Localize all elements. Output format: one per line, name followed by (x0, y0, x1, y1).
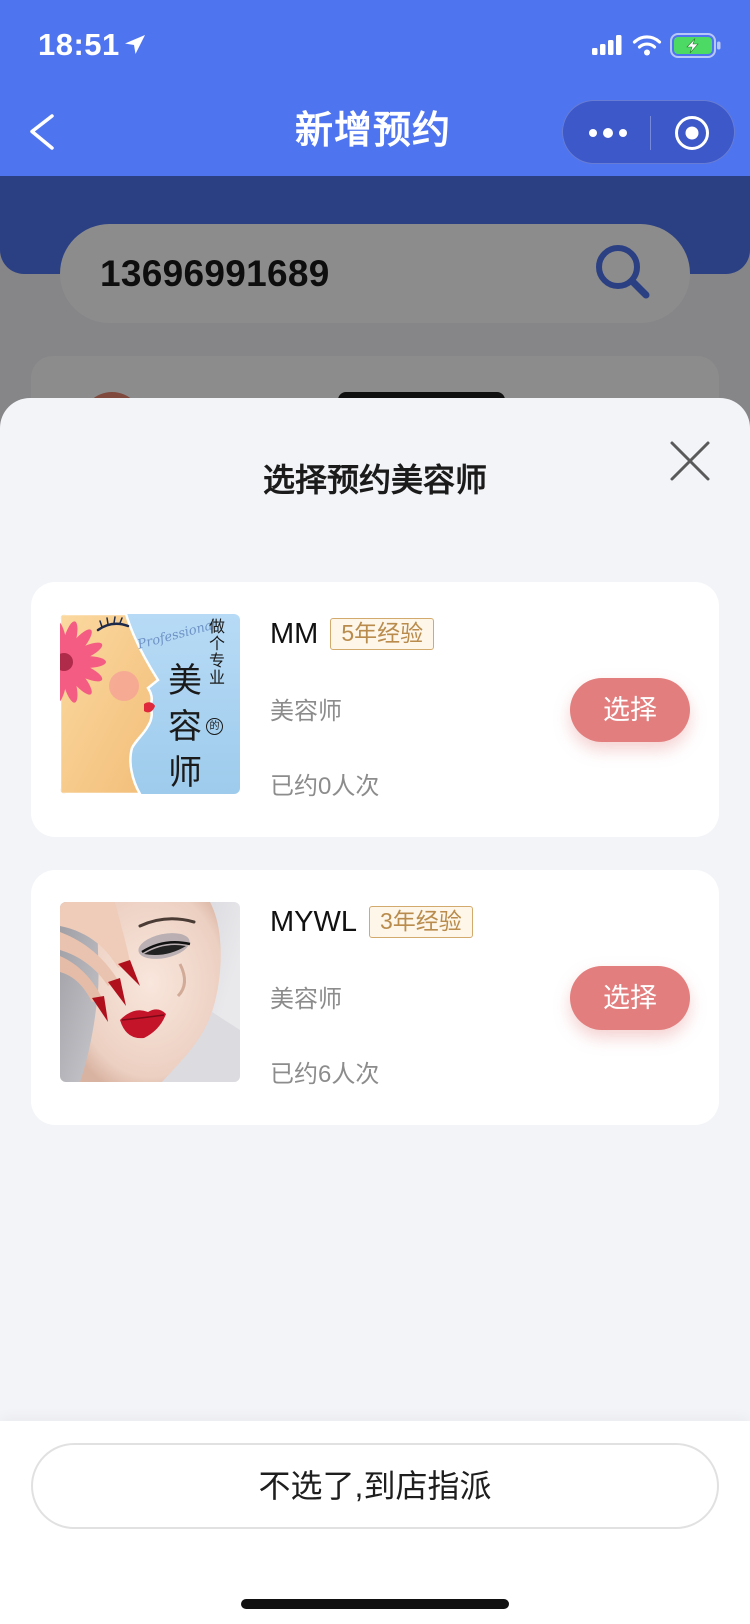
beautician-name: MYWL (270, 906, 357, 938)
beautician-name: MM (270, 618, 319, 650)
select-button[interactable]: 选择 (570, 678, 690, 742)
beautician-role: 美容师 (270, 986, 342, 1013)
name-row: MM 5年经验 (270, 616, 435, 652)
illustration-char: 的 (206, 718, 223, 735)
bottom-action-bar: 不选了,到店指派 (0, 1421, 750, 1624)
beautician-card: Professional 做个专业 美 容 的 师 MM 5年经验 美容师 已约… (31, 582, 719, 837)
illustration-char: 容 (168, 707, 202, 747)
portrait-photo (60, 902, 240, 1082)
close-icon[interactable] (669, 440, 711, 482)
location-arrow-icon (125, 35, 145, 54)
status-time: 18:51 (38, 27, 120, 62)
beautician-photo: Professional 做个专业 美 容 的 师 (60, 614, 240, 794)
sheet-title: 选择预约美容师 (262, 462, 487, 498)
beautician-picker-sheet: 选择预约美容师 Professional 做个专业 美 容 的 师 MM 5年经… (0, 398, 750, 1624)
battery-charging-icon (670, 33, 721, 58)
signal-icon (592, 35, 622, 55)
illustration-vertical-text: 做个专业 (206, 618, 225, 686)
experience-badge: 3年经验 (369, 906, 473, 938)
experience-badge: 5年经验 (330, 618, 435, 650)
illustration-char: 美 (168, 661, 202, 701)
name-row: MYWL 3年经验 (270, 904, 473, 940)
more-dots-icon[interactable] (585, 123, 631, 143)
beautician-role: 美容师 (270, 698, 342, 725)
booking-count: 已约0人次 (270, 773, 380, 800)
mini-program-capsule (562, 100, 735, 164)
target-icon[interactable] (673, 114, 711, 152)
wifi-icon (632, 35, 662, 56)
illustration-char: 师 (168, 753, 202, 793)
select-button[interactable]: 选择 (570, 966, 690, 1030)
skip-assign-in-store-button[interactable]: 不选了,到店指派 (31, 1443, 719, 1529)
beautician-card: MYWL 3年经验 美容师 已约6人次 选择 (31, 870, 719, 1125)
capsule-divider (650, 116, 651, 150)
beautician-photo (60, 902, 240, 1082)
booking-count: 已约6人次 (270, 1061, 380, 1088)
home-indicator[interactable] (241, 1599, 509, 1609)
